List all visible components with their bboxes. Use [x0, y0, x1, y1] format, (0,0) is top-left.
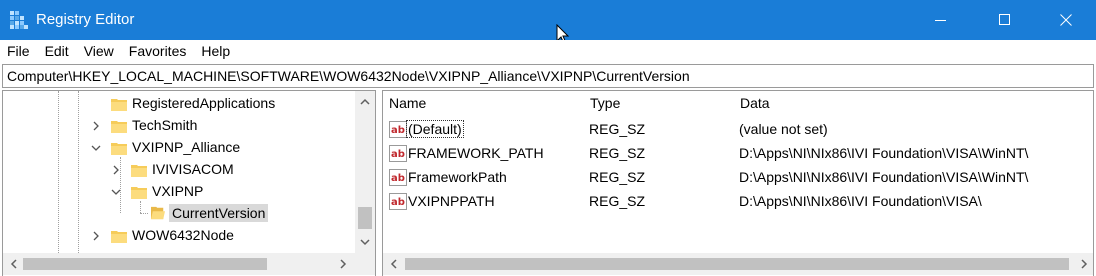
column-header-type[interactable]: Type: [590, 95, 620, 111]
chevron-right-icon[interactable]: [110, 164, 122, 176]
value-name-text: (Default): [406, 120, 464, 138]
open-folder-icon: [151, 206, 165, 220]
value-row[interactable]: ab (Default) REG_SZ (value not set): [383, 117, 1093, 141]
string-value-icon: ab: [389, 193, 407, 210]
svg-text:ab: ab: [391, 149, 405, 160]
tree-item-label: TechSmith: [132, 117, 198, 133]
value-type: REG_SZ: [589, 121, 646, 137]
maximize-button[interactable]: [982, 0, 1028, 40]
tree-item-registeredapplications[interactable]: RegisteredApplications: [3, 93, 355, 115]
value-name: FRAMEWORK_PATH: [408, 145, 544, 161]
value-type: REG_SZ: [589, 193, 646, 209]
string-value-icon: ab: [389, 169, 407, 186]
scroll-right-icon[interactable]: [338, 259, 348, 269]
value-name: FrameworkPath: [408, 169, 507, 185]
tree-item-vxipnp[interactable]: VXIPNP: [3, 181, 355, 203]
tree-vertical-scrollbar[interactable]: [355, 91, 375, 253]
value-row[interactable]: ab VXIPNPPATH REG_SZ D:\Apps\NI\NIx86\IV…: [383, 189, 1093, 213]
close-icon: [1060, 14, 1072, 26]
string-value-icon: ab: [389, 145, 407, 162]
minimize-icon: [935, 20, 946, 21]
folder-icon: [131, 187, 147, 199]
folder-icon: [111, 143, 127, 155]
chevron-right-icon[interactable]: [90, 230, 102, 242]
value-type: REG_SZ: [589, 145, 646, 161]
title-bar[interactable]: Registry Editor: [0, 0, 1096, 45]
column-header-data[interactable]: Data: [740, 95, 770, 111]
tree-item-wow6432node[interactable]: WOW6432Node: [3, 225, 355, 247]
chevron-down-icon[interactable]: [110, 186, 122, 198]
value-row[interactable]: ab FRAMEWORK_PATH REG_SZ D:\Apps\NI\NIx8…: [383, 141, 1093, 165]
value-type: REG_SZ: [589, 169, 646, 185]
scrollbar-thumb[interactable]: [23, 258, 267, 270]
menu-help[interactable]: Help: [200, 43, 231, 59]
value-data: (value not set): [739, 121, 828, 137]
scroll-right-icon[interactable]: [1079, 259, 1089, 269]
menu-view[interactable]: View: [83, 43, 115, 59]
folder-icon: [131, 165, 147, 177]
registry-editor-icon: [10, 11, 28, 29]
value-data: D:\Apps\NI\NIx86\IVI Foundation\VISA\: [739, 193, 982, 209]
value-data: D:\Apps\NI\NIx86\IVI Foundation\VISA\Win…: [739, 169, 1029, 185]
svg-text:ab: ab: [391, 173, 405, 184]
menu-file[interactable]: File: [6, 43, 31, 59]
menu-favorites[interactable]: Favorites: [128, 43, 188, 59]
scroll-up-icon[interactable]: [360, 97, 370, 107]
tree-horizontal-scrollbar[interactable]: [3, 253, 355, 275]
address-bar[interactable]: Computer\HKEY_LOCAL_MACHINE\SOFTWARE\WOW…: [2, 64, 1094, 88]
string-value-icon: ab: [389, 121, 407, 138]
value-row[interactable]: ab FrameworkPath REG_SZ D:\Apps\NI\NIx86…: [383, 165, 1093, 189]
svg-text:ab: ab: [391, 197, 405, 208]
values-horizontal-scrollbar[interactable]: [383, 253, 1093, 275]
chevron-right-icon[interactable]: [90, 120, 102, 132]
tree-item-label: VXIPNP_Alliance: [132, 139, 241, 155]
tree-item-ivivisacom[interactable]: IVIVISACOM: [3, 159, 355, 181]
scroll-left-icon[interactable]: [389, 259, 399, 269]
scrollbar-thumb[interactable]: [405, 258, 1069, 270]
tree-item-vxipnp-alliance[interactable]: VXIPNP_Alliance: [3, 137, 355, 159]
tree-item-currentversion[interactable]: CurrentVersion: [3, 203, 355, 225]
column-header-name[interactable]: Name: [389, 95, 426, 111]
scrollbar-thumb[interactable]: [358, 207, 372, 229]
chevron-down-icon[interactable]: [90, 142, 102, 154]
menu-bar: File Edit View Favorites Help: [0, 40, 1096, 62]
folder-icon: [111, 99, 127, 111]
tree-item-techsmith[interactable]: TechSmith: [3, 115, 355, 137]
folder-icon: [111, 231, 127, 243]
folder-icon: [111, 121, 127, 133]
scroll-down-icon[interactable]: [360, 237, 370, 247]
tree-item-label: CurrentVersion: [169, 204, 269, 222]
registry-tree[interactable]: RegisteredApplications TechSmith VXIPNP_…: [2, 90, 376, 276]
value-data: D:\Apps\NI\NIx86\IVI Foundation\VISA\Win…: [739, 145, 1029, 161]
tree-item-label: IVIVISACOM: [152, 161, 234, 177]
tree-item-label: RegisteredApplications: [132, 95, 276, 111]
window-title: Registry Editor: [36, 11, 135, 28]
value-name: VXIPNPPATH: [408, 193, 495, 209]
menu-edit[interactable]: Edit: [44, 43, 70, 59]
tree-item-label: WOW6432Node: [132, 227, 234, 243]
minimize-button[interactable]: [918, 0, 964, 40]
close-button[interactable]: [1043, 0, 1089, 40]
values-list[interactable]: Name Type Data ab (Default) REG_SZ (valu…: [382, 90, 1094, 276]
tree-item-label: VXIPNP: [152, 183, 204, 199]
scrollbar-corner: [355, 253, 375, 275]
value-name: (Default): [406, 120, 464, 138]
scroll-left-icon[interactable]: [9, 259, 19, 269]
maximize-icon: [999, 14, 1010, 25]
svg-text:ab: ab: [391, 125, 405, 136]
